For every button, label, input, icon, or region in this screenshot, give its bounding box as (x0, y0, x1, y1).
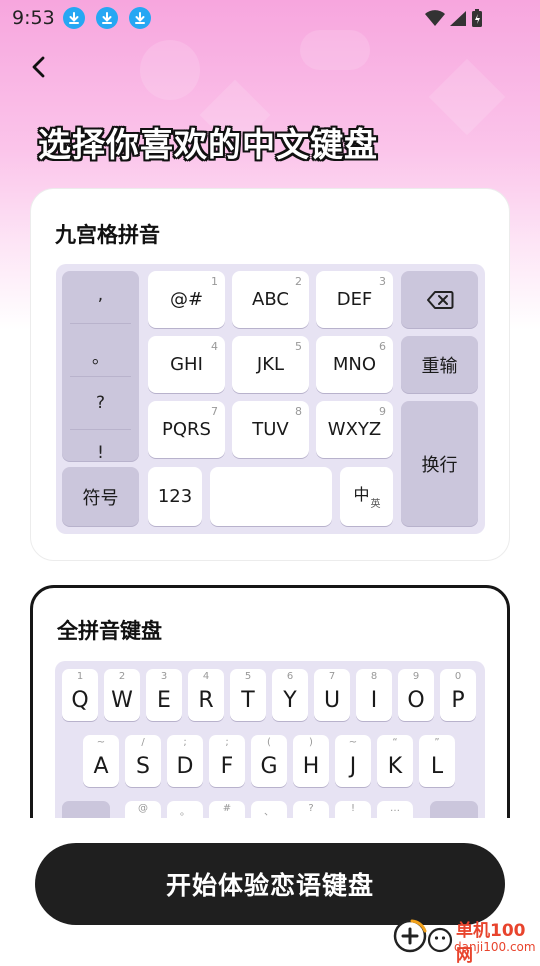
page-title: 选择你喜欢的中文键盘 (38, 125, 378, 164)
letter-key: ; D (167, 735, 203, 787)
reenter-key: 重输 (401, 336, 478, 393)
delete-key (401, 271, 478, 328)
watermark: 单机100网 danji100.com (392, 914, 540, 966)
watermark-mascot-icon (427, 927, 453, 953)
background-decor (140, 40, 200, 100)
symbol-key: 符号 (62, 467, 139, 526)
card-title: 全拼音键盘 (57, 619, 162, 643)
nine-grid-keyboard-card[interactable]: 九宫格拼音 , 。 ? ! 符号 @# 1 ABC 2 DEF 3 GHI 4 JKL 5… (30, 188, 510, 561)
punct-key: 。 (92, 348, 109, 368)
space-key (210, 467, 332, 526)
number-key: 123 (148, 467, 202, 526)
letter-key: 1Q (62, 669, 98, 721)
card-title: 九宫格拼音 (55, 223, 160, 247)
wifi-icon (425, 10, 445, 26)
nine-key: MNO 6 (316, 336, 393, 393)
download-icon (63, 7, 85, 29)
newline-key: 换行 (401, 401, 478, 526)
letter-key: 3E (146, 669, 182, 721)
letter-key: / S (125, 735, 161, 787)
letter-key: 9O (398, 669, 434, 721)
letter-key: ~ A (83, 735, 119, 787)
nine-key: ABC 2 (232, 271, 309, 328)
letter-key: 0P (440, 669, 476, 721)
letter-key: 6Y (272, 669, 308, 721)
lang-switch-key: 中 英 (340, 467, 393, 526)
letter-key: 8I (356, 669, 392, 721)
download-icon (129, 7, 151, 29)
back-button[interactable] (22, 50, 56, 84)
nine-key: @# 1 (148, 271, 225, 328)
backspace-icon (426, 290, 453, 309)
chevron-left-icon (32, 56, 45, 78)
watermark-url: danji100.com (454, 940, 536, 954)
letter-key: (G (251, 735, 287, 787)
status-bar: 9:53 (0, 0, 540, 36)
letter-key: 7U (314, 669, 350, 721)
punct-key: , (97, 285, 104, 305)
nine-key: JKL 5 (232, 336, 309, 393)
nine-key: WXYZ 9 (316, 401, 393, 458)
signal-icon (450, 11, 466, 26)
letter-key: “K (377, 735, 413, 787)
letter-key: ” L (419, 735, 455, 787)
nine-key: GHI 4 (148, 336, 225, 393)
nine-key: TUV 8 (232, 401, 309, 458)
start-experience-button[interactable]: 开始体验恋语键盘 (35, 843, 505, 925)
letter-key: ~ J (335, 735, 371, 787)
watermark-logo-icon (393, 919, 427, 953)
background-decor (300, 30, 370, 70)
letter-key: ) H (293, 735, 329, 787)
letter-key: 2W (104, 669, 140, 721)
punctuation-column: , 。 ? ! (62, 271, 139, 461)
nine-key: DEF 3 (316, 271, 393, 328)
letter-key: 4R (188, 669, 224, 721)
letter-key: ; F (209, 735, 245, 787)
punct-key: ! (97, 443, 104, 461)
nine-key: PQRS 7 (148, 401, 225, 458)
letter-key: 5T (230, 669, 266, 721)
status-icons (424, 9, 500, 33)
download-icon (96, 7, 118, 29)
status-time: 9:53 (12, 7, 55, 29)
nine-grid-keyboard-preview: , 。 ? ! 符号 @# 1 ABC 2 DEF 3 GHI 4 JKL 5 MNO 6 … (56, 264, 485, 534)
punct-key: ? (95, 393, 106, 413)
